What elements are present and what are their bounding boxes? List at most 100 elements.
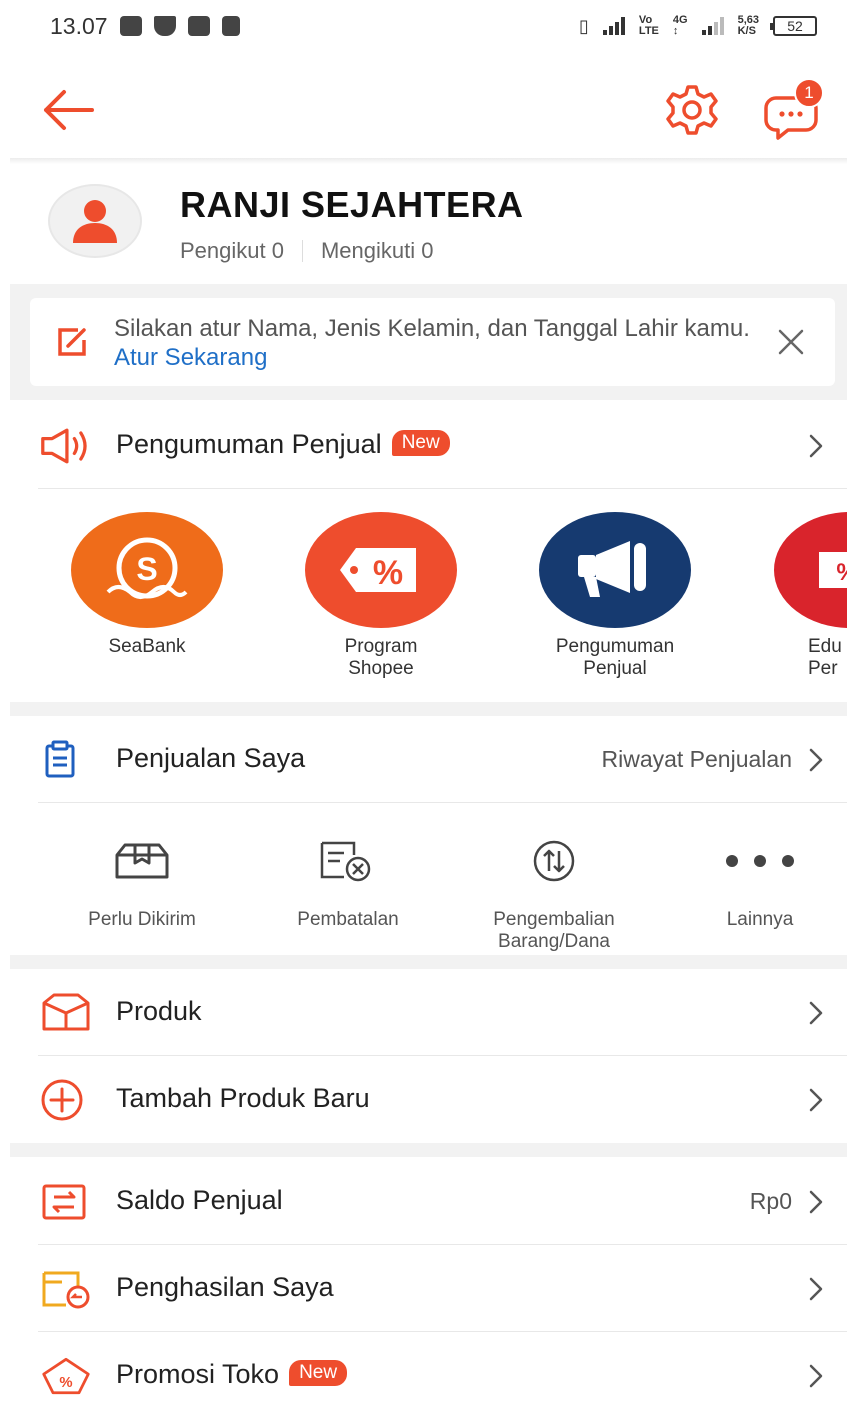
sales-history-link[interactable]: Riwayat Penjualan xyxy=(601,746,792,773)
top-nav: 1 xyxy=(0,60,847,160)
more-dots-icon xyxy=(660,835,847,887)
section-band xyxy=(10,955,847,969)
megaphone-icon xyxy=(539,512,691,628)
clipboard-icon xyxy=(40,738,92,782)
followers-count[interactable]: Pengikut 0 xyxy=(180,238,284,264)
network-type-indicator: 4G ↕ xyxy=(672,14,688,37)
edit-icon xyxy=(56,326,90,363)
chevron-right-icon xyxy=(807,1000,825,1026)
app-notification-icon xyxy=(119,16,142,36)
svg-text:%: % xyxy=(59,1375,72,1391)
settings-button[interactable] xyxy=(664,82,720,138)
seller-balance-label: Saldo Penjual xyxy=(116,1185,283,1215)
chevron-right-icon xyxy=(807,1087,825,1113)
following-count[interactable]: Mengikuti 0 xyxy=(321,238,434,264)
message-notification-icon xyxy=(187,16,210,36)
shop-name: RANJI SEJAHTERA xyxy=(180,184,524,225)
status-bar: 13.07 ▯ Vo LTE 4G ↕ 5,63 K/S 52 xyxy=(0,0,847,52)
store-promotion-label: Promosi Toko New xyxy=(116,1359,348,1390)
divider xyxy=(38,488,847,489)
discount-tag-icon: % xyxy=(305,512,457,628)
user-icon xyxy=(73,200,117,243)
seller-services-carousel[interactable]: S SeaBank % Program Shopee Pengumuman Penj… xyxy=(0,492,847,700)
seller-balance-row[interactable]: Saldo Penjual Rp0 xyxy=(0,1158,847,1244)
notice-message: Silakan atur Nama, Jenis Kelamin, dan Ta… xyxy=(114,315,750,342)
carousel-item-program-shopee[interactable]: % Program Shopee xyxy=(291,512,471,680)
chevron-right-icon xyxy=(807,1189,825,1215)
section-band xyxy=(10,702,847,716)
my-sales-label: Penjualan Saya xyxy=(116,743,306,773)
add-product-label: Tambah Produk Baru xyxy=(116,1083,370,1113)
profile-section[interactable]: RANJI SEJAHTERA Pengikut 0 Mengikuti 0 xyxy=(0,170,847,282)
my-income-label: Penghasilan Saya xyxy=(116,1272,334,1302)
income-icon xyxy=(40,1267,92,1311)
seller-announcement-row[interactable]: Pengumuman Penjual New xyxy=(0,402,847,488)
svg-text:%: % xyxy=(836,559,847,586)
sales-status-grid: Perlu Dikirim Pembatalan Pengembalian Bar… xyxy=(0,805,847,955)
products-row[interactable]: Produk xyxy=(0,969,847,1055)
divider xyxy=(38,802,847,803)
volte-indicator: Vo LTE xyxy=(638,14,659,37)
vibrate-icon: ▯ xyxy=(579,15,589,36)
chevron-right-icon xyxy=(807,1276,825,1302)
chevron-right-icon xyxy=(807,747,825,773)
network-speed: 5,63 K/S xyxy=(737,14,759,37)
carousel-label: Program Shopee xyxy=(344,636,418,679)
seller-balance-value: Rp0 xyxy=(749,1188,792,1214)
back-button[interactable] xyxy=(40,82,96,138)
carousel-item-seabank[interactable]: S SeaBank xyxy=(57,512,237,658)
parking-notification-icon xyxy=(221,16,240,36)
close-icon xyxy=(778,329,804,355)
cancellation-label: Pembatalan xyxy=(297,909,399,930)
more-item[interactable]: Lainnya xyxy=(660,835,847,931)
svg-text:%: % xyxy=(373,554,403,592)
add-product-row[interactable]: Tambah Produk Baru xyxy=(0,1056,847,1142)
set-now-link[interactable]: Atur Sekarang xyxy=(114,344,267,371)
gear-icon xyxy=(666,85,718,135)
arrow-left-icon xyxy=(44,90,94,130)
wallet-transfer-icon xyxy=(40,1180,92,1224)
chevron-right-icon xyxy=(807,433,825,459)
header-divider xyxy=(10,158,847,164)
my-sales-row[interactable]: Penjualan Saya Riwayat Penjualan xyxy=(0,716,847,802)
notice-text: Silakan atur Nama, Jenis Kelamin, dan Ta… xyxy=(114,314,764,372)
follow-stats: Pengikut 0 Mengikuti 0 xyxy=(180,238,433,264)
carousel-item-education[interactable]: % EduPer xyxy=(760,512,847,680)
plus-circle-icon xyxy=(40,1078,92,1122)
returns-label: Pengembalian Barang/Dana xyxy=(493,909,615,952)
box-icon xyxy=(40,991,92,1035)
new-badge: New xyxy=(289,1360,348,1386)
returns-item[interactable]: Pengembalian Barang/Dana xyxy=(454,835,654,953)
seller-announcement-label: Pengumuman Penjual New xyxy=(116,429,450,460)
chat-count-badge: 1 xyxy=(794,78,824,108)
store-promo-icon: % xyxy=(40,1354,92,1398)
seabank-icon: S xyxy=(71,512,223,628)
chevron-right-icon xyxy=(807,1363,825,1389)
battery-indicator: 52 xyxy=(770,16,817,36)
follow-separator xyxy=(301,240,303,262)
carousel-label: Edu Per xyxy=(808,636,842,679)
status-time: 13.07 xyxy=(50,12,108,39)
store-promotion-row[interactable]: % Promosi Toko New xyxy=(0,1332,847,1410)
section-band xyxy=(10,1143,847,1157)
package-icon xyxy=(42,835,242,887)
cancellation-item[interactable]: Pembatalan xyxy=(248,835,448,931)
cancellation-icon xyxy=(248,835,448,887)
my-income-row[interactable]: Penghasilan Saya xyxy=(0,1245,847,1331)
new-badge: New xyxy=(391,430,450,456)
return-refund-icon xyxy=(454,835,654,887)
close-notice-button[interactable] xyxy=(777,328,805,356)
svg-text:S: S xyxy=(136,551,157,587)
avatar[interactable] xyxy=(48,184,142,258)
chat-button[interactable]: 1 xyxy=(762,78,826,140)
carousel-item-seller-announcement[interactable]: Pengumuman Penjual xyxy=(525,512,705,680)
profile-notice: Silakan atur Nama, Jenis Kelamin, dan Ta… xyxy=(30,298,835,386)
speaker-icon xyxy=(40,424,92,468)
more-label: Lainnya xyxy=(726,909,794,930)
to-ship-item[interactable]: Perlu Dikirim xyxy=(42,835,242,931)
carousel-label: Pengumuman Penjual xyxy=(555,636,675,679)
shield-notification-icon xyxy=(153,16,176,36)
signal-icon xyxy=(602,17,625,35)
education-icon: % xyxy=(774,512,847,628)
to-ship-label: Perlu Dikirim xyxy=(88,909,196,930)
